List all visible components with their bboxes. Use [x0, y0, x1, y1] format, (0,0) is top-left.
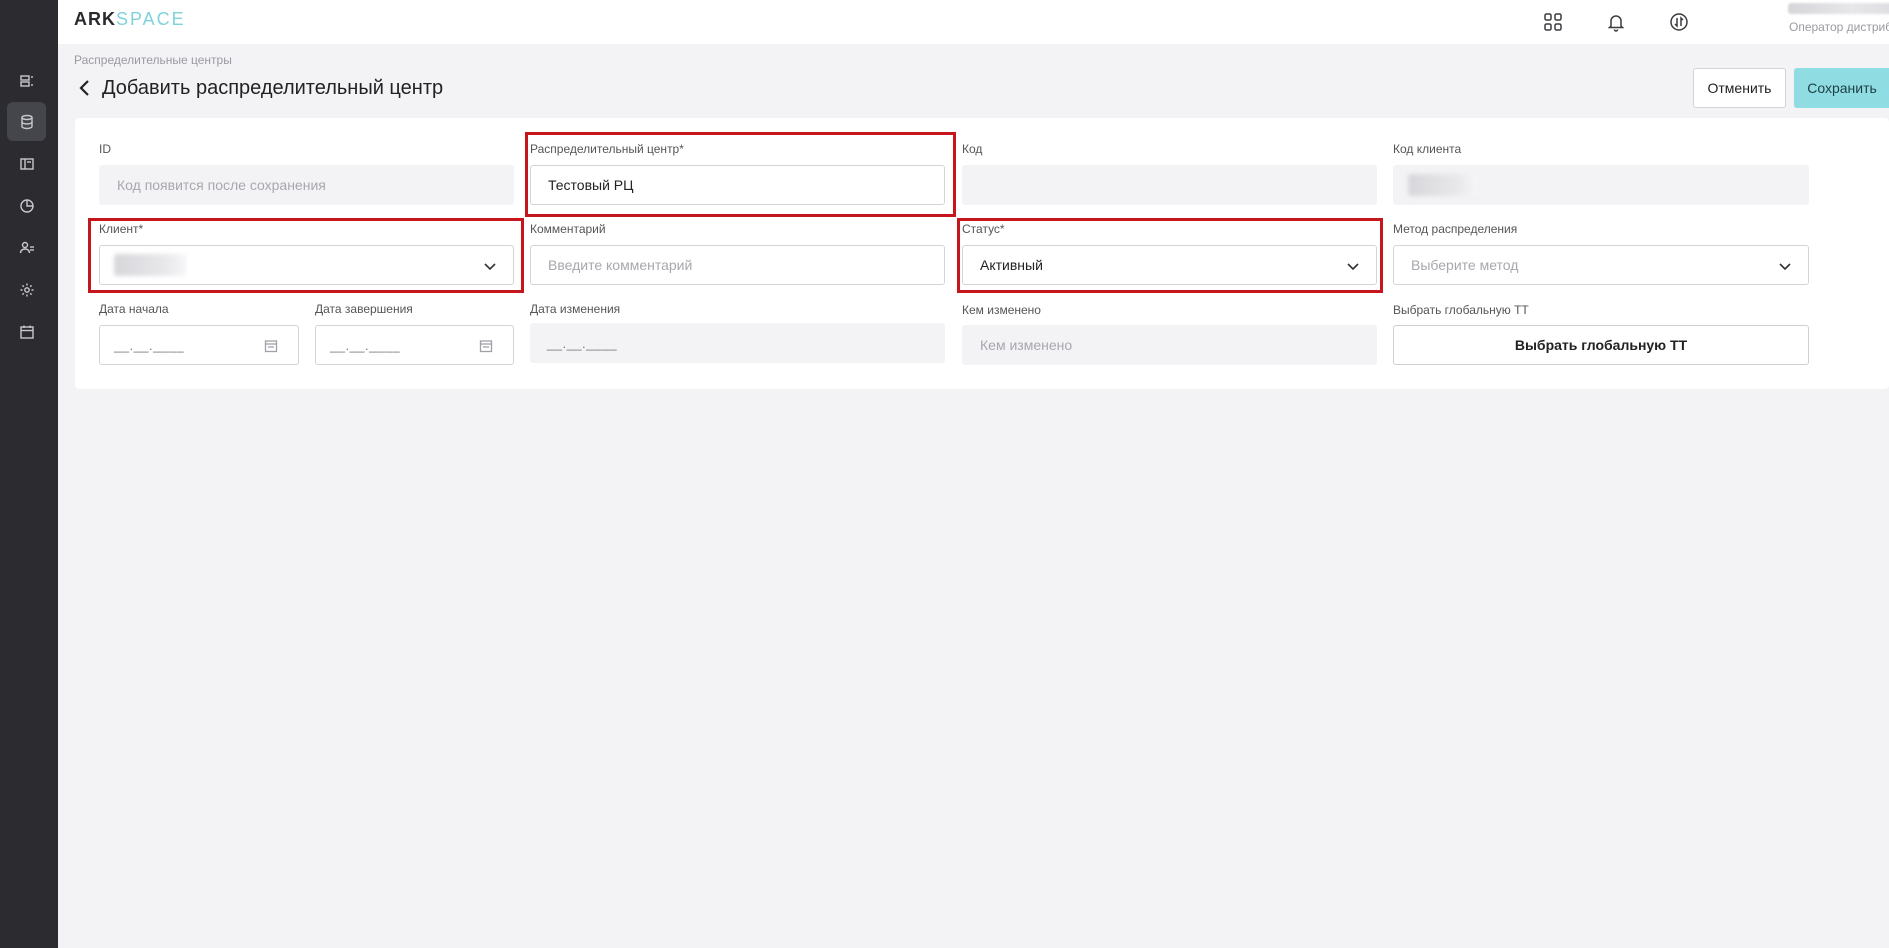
- sidebar-item-book[interactable]: [7, 144, 46, 183]
- save-button[interactable]: Сохранить: [1794, 68, 1889, 108]
- method-dropdown-toggle[interactable]: [1778, 259, 1792, 273]
- client-label: Клиент*: [99, 222, 144, 236]
- apps-button[interactable]: [1538, 7, 1568, 37]
- sidebar-item-calendar[interactable]: [7, 312, 46, 351]
- sidebar-item-settings[interactable]: [7, 270, 46, 309]
- code-field: [962, 165, 1377, 205]
- calendar-icon: [264, 340, 278, 353]
- dc-name-input[interactable]: Тестовый РЦ: [530, 165, 945, 205]
- dc-name-value: Тестовый РЦ: [548, 177, 634, 193]
- start-date-picker[interactable]: [264, 339, 278, 353]
- code-label: Код: [962, 142, 983, 156]
- topbar: ARK SPACE Оператор дистрибу...: [58, 0, 1889, 44]
- chevron-down-icon: [1779, 263, 1791, 271]
- method-label: Метод распределения: [1393, 222, 1518, 236]
- notifications-button[interactable]: [1601, 7, 1631, 37]
- user-name-redacted[interactable]: [1788, 3, 1889, 14]
- status-select[interactable]: Активный: [962, 245, 1377, 285]
- chevron-left-icon: [79, 80, 89, 96]
- select-global-tt-button[interactable]: Выбрать глобальную ТТ: [1393, 325, 1809, 365]
- cancel-button[interactable]: Отменить: [1693, 68, 1786, 108]
- sidebar-item-users[interactable]: [7, 228, 46, 267]
- sidebar-item-chart[interactable]: [7, 186, 46, 225]
- chart-icon: [19, 198, 34, 213]
- calendar-icon: [479, 340, 493, 353]
- sync-icon: [1670, 13, 1688, 31]
- global-tt-label: Выбрать глобальную ТТ: [1393, 303, 1529, 317]
- start-date-input[interactable]: __.__.____: [99, 325, 299, 365]
- id-field: Код появится после сохранения: [99, 165, 514, 205]
- back-button[interactable]: [78, 79, 94, 97]
- logo-part-1: ARK: [74, 9, 116, 29]
- database-icon: [20, 114, 33, 129]
- book-icon: [19, 157, 34, 170]
- form-card: ID Код появится после сохранения Распред…: [75, 118, 1889, 389]
- status-value: Активный: [980, 257, 1043, 273]
- user-role[interactable]: Оператор дистрибу...: [1789, 20, 1889, 34]
- end-date-mask: __.__.____: [330, 337, 401, 353]
- start-date-label: Дата начала: [99, 302, 169, 316]
- sidebar-item-database[interactable]: [7, 102, 46, 141]
- status-dropdown-toggle[interactable]: [1346, 259, 1360, 273]
- breadcrumb[interactable]: Распределительные центры: [74, 53, 232, 67]
- client-code-field: [1393, 165, 1809, 205]
- bell-icon: [1607, 15, 1625, 32]
- comment-label: Комментарий: [530, 222, 606, 236]
- id-label: ID: [99, 142, 111, 156]
- gear-icon: [20, 283, 33, 296]
- end-date-label: Дата завершения: [315, 302, 413, 316]
- client-dropdown-toggle[interactable]: [483, 259, 497, 273]
- comment-placeholder: Введите комментарий: [548, 257, 693, 273]
- client-select[interactable]: [99, 245, 514, 285]
- end-date-input[interactable]: __.__.____: [315, 325, 514, 365]
- modified-by-field: Кем изменено: [962, 325, 1377, 365]
- dc-label: Распределительный центр*: [530, 142, 684, 156]
- end-date-picker[interactable]: [479, 339, 493, 353]
- modified-date-mask: __.__.____: [547, 335, 618, 351]
- modified-date-field: __.__.____: [530, 323, 945, 363]
- modified-by-placeholder: Кем изменено: [980, 337, 1073, 353]
- page-title: Добавить распределительный центр: [102, 77, 444, 99]
- logo-part-2: SPACE: [116, 9, 186, 29]
- sidebar-item-list[interactable]: [7, 61, 46, 100]
- id-placeholder: Код появится после сохранения: [117, 177, 326, 193]
- chevron-down-icon: [484, 263, 496, 271]
- apps-grid-icon: [1544, 13, 1562, 31]
- modified-date-label: Дата изменения: [530, 302, 621, 316]
- client-code-label: Код клиента: [1393, 142, 1462, 156]
- client-redacted: [114, 254, 186, 276]
- sidebar: [0, 0, 58, 948]
- chevron-down-icon: [1347, 263, 1359, 271]
- client-code-redacted: [1408, 174, 1478, 196]
- sync-button[interactable]: [1664, 7, 1694, 37]
- users-icon: [19, 241, 34, 253]
- method-select[interactable]: Выберите метод: [1393, 245, 1809, 285]
- start-date-mask: __.__.____: [114, 337, 185, 353]
- method-placeholder: Выберите метод: [1411, 257, 1519, 273]
- status-label: Статус*: [962, 222, 1005, 236]
- calendar-icon: [19, 325, 34, 339]
- app-logo[interactable]: ARK SPACE: [74, 9, 186, 30]
- list-icon: [19, 74, 33, 87]
- modified-by-label: Кем изменено: [962, 303, 1041, 317]
- comment-input[interactable]: Введите комментарий: [530, 245, 945, 285]
